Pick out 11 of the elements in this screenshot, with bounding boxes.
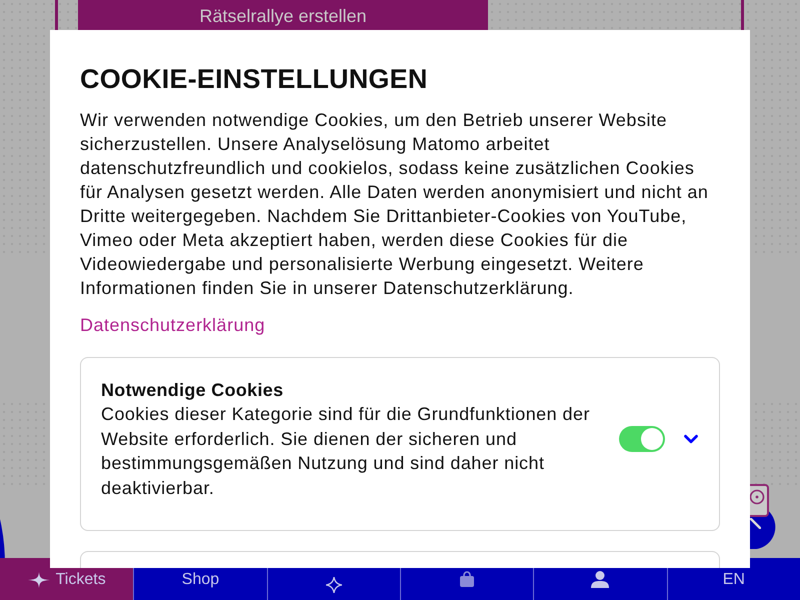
camera-icon xyxy=(750,484,769,517)
slash-icon xyxy=(750,518,761,529)
privacy-link[interactable]: Datenschutzerklärung xyxy=(80,313,266,337)
dialog-title: COOKIE-EINSTELLUNGEN xyxy=(80,63,428,96)
sparkle-icon xyxy=(326,577,342,593)
toggle-switch[interactable] xyxy=(619,426,665,452)
user-icon xyxy=(591,571,610,588)
dialog-text: Wir verwenden notwendige Cookies, um den Betrieb unserer Website sicherzustellen. Unsere Analyselösung Matomo arbeitet datenschutzfreundlich und cookielos, sodass keine zusätzlichen Cookies für Analysen gesetzt werden. Alle Daten werden anonymisiert und nicht an Dritte weitergegeben. Nachdem Sie Drittanbieter-Cookies von YouTube, Vimeo oder Meta akzeptiert haben, werden diese Cookies für die Videowiedergabe und personalisierte Werbung eingesetzt. Weitere Informationen finden Sie in unserer Datenschutzerklärung. xyxy=(80,109,710,300)
category-title: Notwendige Cookies xyxy=(101,379,284,402)
bag-icon xyxy=(460,571,474,587)
category-description: Cookies dieser Kategorie sind für die Grundfunktionen der Website erforderlich. Sie dienen der sicheren und bestimmungsgemäßen Nutzung und sind daher nicht deaktivierbar. xyxy=(101,403,591,500)
